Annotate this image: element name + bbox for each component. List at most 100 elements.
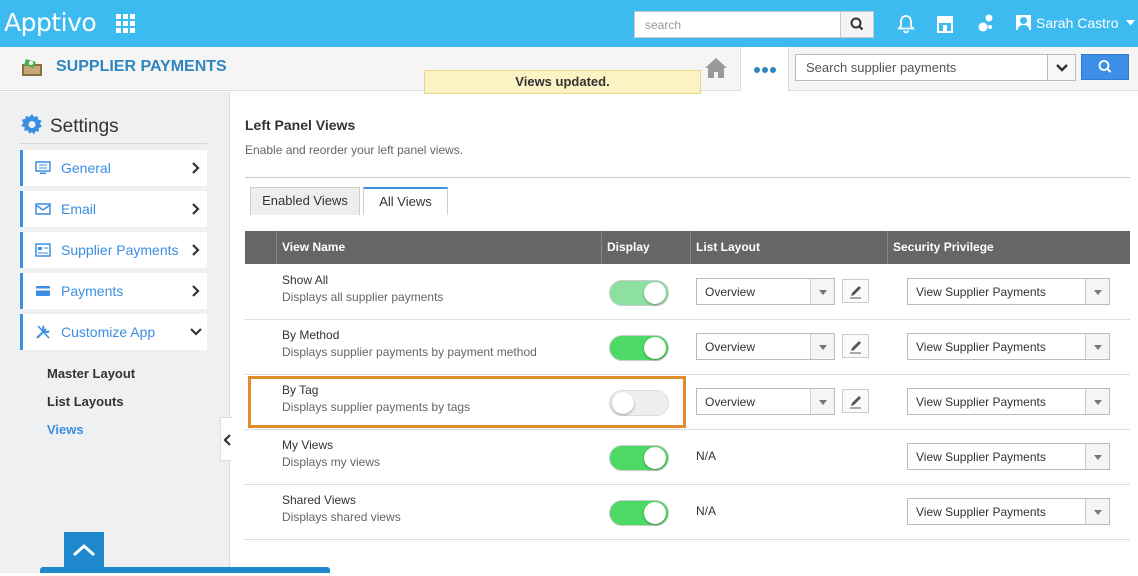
settings-sidebar: Settings General Email Supplier Payments… xyxy=(0,92,230,573)
supplier-search-input[interactable] xyxy=(796,55,1046,80)
gear-icon xyxy=(21,114,42,135)
security-privilege-select[interactable]: View Supplier Payments xyxy=(907,498,1110,525)
sidebar-subitem-views[interactable]: Views xyxy=(47,422,84,437)
more-options-button[interactable] xyxy=(740,47,789,91)
column-separator xyxy=(690,231,691,264)
page-title: Left Panel Views xyxy=(245,117,356,133)
bell-icon[interactable] xyxy=(895,13,917,35)
table-row: Shared Views Displays shared views N/A V… xyxy=(245,485,1130,540)
chevron-right-icon xyxy=(192,203,200,215)
app-title: SUPPLIER PAYMENTS xyxy=(56,58,227,75)
view-description: Displays shared views xyxy=(282,510,401,524)
sidebar-item-payments[interactable]: Payments xyxy=(20,273,207,309)
supplier-search-button[interactable] xyxy=(1081,54,1129,80)
caret-down-icon xyxy=(1126,20,1136,26)
security-privilege-select[interactable]: View Supplier Payments xyxy=(907,278,1110,305)
global-search-input[interactable] xyxy=(635,12,841,37)
select-value: View Supplier Payments xyxy=(916,340,1046,354)
global-search xyxy=(634,11,874,38)
sidebar-item-label: Supplier Payments xyxy=(61,242,179,258)
view-description: Displays all supplier payments xyxy=(282,290,444,304)
edit-layout-button[interactable] xyxy=(842,389,869,413)
sidebar-item-label: General xyxy=(61,160,111,176)
column-header-view-name: View Name xyxy=(282,240,346,254)
security-privilege-select[interactable]: View Supplier Payments xyxy=(907,443,1110,470)
column-header-security-privilege: Security Privilege xyxy=(893,240,994,254)
column-separator xyxy=(276,231,277,264)
toggle-knob xyxy=(644,337,666,359)
apps-grid-icon[interactable] xyxy=(116,14,135,33)
toggle-knob xyxy=(644,282,666,304)
tools-icon xyxy=(36,325,50,339)
sidebar-item-label: Payments xyxy=(61,283,124,299)
dropdown-arrow-icon xyxy=(1085,444,1109,469)
more-dots-icon xyxy=(754,67,760,73)
list-layout-select[interactable]: Overview xyxy=(696,388,835,415)
user-menu[interactable]: Sarah Castro xyxy=(1016,15,1136,31)
chevron-right-icon xyxy=(192,285,200,297)
chevron-right-icon xyxy=(192,162,200,174)
display-toggle[interactable] xyxy=(609,335,669,361)
list-layout-value: N/A xyxy=(696,449,717,463)
pencil-icon xyxy=(850,341,861,354)
select-value: Overview xyxy=(705,285,756,299)
pencil-icon xyxy=(850,396,861,409)
security-privilege-select[interactable]: View Supplier Payments xyxy=(907,333,1110,360)
select-value: View Supplier Payments xyxy=(916,450,1046,464)
table-row: My Views Displays my views N/A View Supp… xyxy=(245,430,1130,485)
view-description: Displays my views xyxy=(282,455,381,469)
chevron-right-icon xyxy=(192,244,200,256)
sidebar-subitem-master-layout[interactable]: Master Layout xyxy=(47,366,135,381)
view-description: Displays supplier payments by payment me… xyxy=(282,345,537,359)
display-toggle[interactable] xyxy=(609,280,669,306)
edit-layout-button[interactable] xyxy=(842,334,869,358)
edit-layout-button[interactable] xyxy=(842,279,869,303)
settings-title: Settings xyxy=(50,116,119,137)
tab-enabled-views[interactable]: Enabled Views xyxy=(250,187,360,215)
card-list-icon xyxy=(35,243,51,257)
table-row: Show All Displays all supplier payments … xyxy=(245,265,1130,320)
page-description: Enable and reorder your left panel views… xyxy=(245,143,464,157)
supplier-search xyxy=(795,54,1076,81)
sidebar-item-label: Customize App xyxy=(61,324,156,340)
store-icon[interactable] xyxy=(934,13,956,35)
collapse-sidebar-button[interactable] xyxy=(220,417,232,461)
sidebar-subitem-list-layouts[interactable]: List Layouts xyxy=(47,394,124,409)
sidebar-item-supplier-payments[interactable]: Supplier Payments xyxy=(20,232,207,268)
column-header-list-layout: List Layout xyxy=(696,240,761,254)
security-privilege-select[interactable]: View Supplier Payments xyxy=(907,388,1110,415)
divider xyxy=(245,177,1130,178)
notification-toast: Views updated. xyxy=(424,70,701,94)
list-layout-select[interactable]: Overview xyxy=(696,278,835,305)
select-value: Overview xyxy=(705,395,756,409)
search-icon xyxy=(850,17,864,31)
tab-all-views[interactable]: All Views xyxy=(363,187,448,215)
select-value: View Supplier Payments xyxy=(916,285,1046,299)
display-toggle[interactable] xyxy=(609,500,669,526)
view-name: Shared Views xyxy=(282,493,356,507)
user-network-icon[interactable] xyxy=(974,13,996,35)
dropdown-arrow-icon xyxy=(1085,389,1109,414)
select-value: Overview xyxy=(705,340,756,354)
sidebar-item-customize-app[interactable]: Customize App xyxy=(20,314,207,350)
select-value: View Supplier Payments xyxy=(916,505,1046,519)
toggle-knob xyxy=(644,502,666,524)
view-name: By Method xyxy=(282,328,340,342)
bottom-bar xyxy=(40,567,330,573)
top-bar: Apptivo Sarah Castro xyxy=(0,0,1138,47)
user-avatar-icon xyxy=(1016,15,1031,30)
dropdown-arrow-icon xyxy=(1085,279,1109,304)
table-row: By Method Displays supplier payments by … xyxy=(245,320,1130,375)
supplier-search-dropdown[interactable] xyxy=(1047,55,1075,80)
apptivo-logo[interactable]: Apptivo xyxy=(4,8,97,37)
select-value: View Supplier Payments xyxy=(916,395,1046,409)
display-toggle[interactable] xyxy=(609,445,669,471)
monitor-icon xyxy=(35,161,51,174)
home-icon[interactable] xyxy=(703,56,729,80)
sidebar-item-label: Email xyxy=(61,201,97,217)
sidebar-item-general[interactable]: General xyxy=(20,150,207,186)
global-search-button[interactable] xyxy=(840,12,873,37)
list-layout-select[interactable]: Overview xyxy=(696,333,835,360)
view-name: Show All xyxy=(282,273,329,287)
sidebar-item-email[interactable]: Email xyxy=(20,191,207,227)
